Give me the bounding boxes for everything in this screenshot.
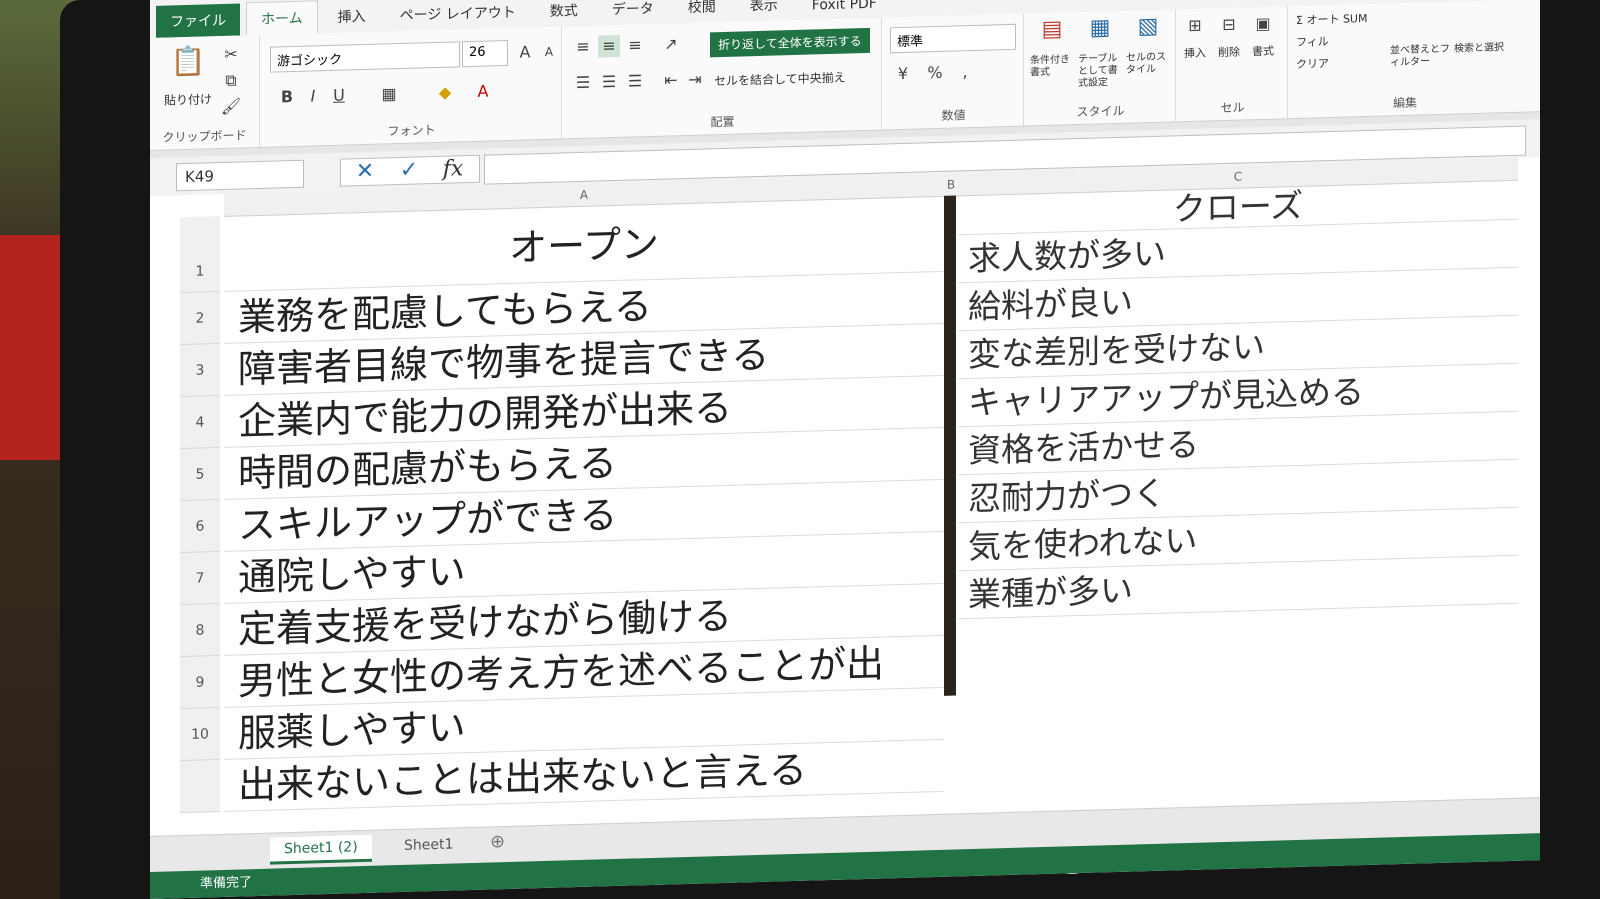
percent-button[interactable]: % — [924, 62, 946, 85]
clear-button[interactable]: クリア — [1296, 55, 1329, 72]
insert-cells-button[interactable]: 挿入 — [1184, 45, 1206, 62]
shrink-font-icon[interactable]: A — [538, 41, 560, 64]
underline-button[interactable]: U — [328, 84, 350, 107]
orientation-icon[interactable]: ↗ — [660, 33, 682, 56]
fill-color-icon[interactable]: ◆ — [434, 81, 456, 104]
add-sheet-icon[interactable]: ⊕ — [480, 831, 515, 853]
row-header[interactable]: 9 — [180, 656, 220, 710]
alignment-group-label: 配置 — [710, 114, 735, 130]
format-cells-icon[interactable]: ▣ — [1252, 13, 1274, 36]
confirm-icon[interactable]: ✓ — [389, 157, 429, 184]
sheet-tab-sheet1-2[interactable]: Sheet1 (2) — [270, 834, 372, 865]
merge-center-button[interactable]: セルを結合して中央揃え — [714, 69, 846, 90]
cancel-icon[interactable]: ✕ — [345, 158, 385, 185]
format-table-icon[interactable]: ▦ — [1080, 15, 1120, 48]
sheet-tab-sheet1[interactable]: Sheet1 — [390, 832, 467, 858]
sort-filter-button[interactable]: 並べ替えとフィルター — [1390, 44, 1450, 70]
row-header[interactable]: 6 — [180, 500, 220, 554]
font-group: 游ゴシック 26 A A B I U ▦ ◆ A フォント — [262, 26, 562, 147]
font-size-select[interactable]: 26 — [462, 40, 508, 68]
clipboard-group: 📋 貼り付け ✂ ⧉ 🖌 クリップボード — [150, 34, 260, 150]
tab-view[interactable]: 表示 — [736, 0, 792, 22]
column-header-b[interactable]: B — [944, 173, 958, 197]
insert-function-button[interactable]: fx — [433, 156, 473, 183]
alignment-group: ≡ ≡ ≡ ↗ 折り返して全体を表示する ☰ ☰ ☰ ⇤ ⇥ セルを結合して中央… — [564, 17, 882, 139]
tab-insert[interactable]: 挿入 — [324, 0, 380, 33]
font-group-label: フォント — [387, 123, 436, 139]
row-header[interactable] — [180, 760, 220, 814]
tab-data[interactable]: データ — [598, 0, 668, 25]
number-group: 標準 ¥ % , 数値 — [884, 13, 1024, 130]
row-header[interactable]: 8 — [180, 604, 220, 658]
delete-cells-icon[interactable]: ⊟ — [1218, 14, 1240, 37]
comma-icon[interactable]: , — [954, 61, 976, 84]
cells-group: ⊞ ⊟ ▣ 挿入 削除 書式 セル — [1178, 6, 1288, 122]
row-header[interactable]: 2 — [180, 292, 220, 346]
autosum-button[interactable]: Σ オート SUM — [1296, 10, 1367, 28]
tab-home[interactable]: ホーム — [246, 0, 318, 36]
tab-file[interactable]: ファイル — [156, 3, 240, 38]
align-right-icon[interactable]: ☰ — [624, 70, 646, 93]
format-cells-button[interactable]: 書式 — [1252, 43, 1274, 60]
styles-group-label: スタイル — [1076, 103, 1125, 120]
grow-font-icon[interactable]: A — [514, 41, 536, 64]
row-header[interactable]: 3 — [180, 344, 220, 398]
insert-cells-icon[interactable]: ⊞ — [1184, 15, 1206, 38]
row-header[interactable]: 4 — [180, 396, 220, 450]
paste-button[interactable]: 貼り付け — [164, 90, 212, 108]
editing-group: Σ オート SUM フィル クリア 並べ替えとフィルター 検索と選択 編集 — [1290, 0, 1520, 118]
fill-button[interactable]: フィル — [1296, 33, 1329, 50]
italic-button[interactable]: I — [302, 85, 324, 108]
cell-styles-icon[interactable]: ▧ — [1128, 14, 1168, 47]
paste-icon[interactable]: 📋 — [170, 44, 206, 87]
conditional-format-icon[interactable]: ▤ — [1032, 17, 1072, 49]
font-name-select[interactable]: 游ゴシック — [270, 41, 460, 73]
formula-buttons: ✕ ✓ fx — [340, 154, 480, 187]
bold-button[interactable]: B — [276, 86, 298, 109]
row-header[interactable]: 1 — [180, 216, 220, 294]
tab-formulas[interactable]: 数式 — [536, 0, 592, 27]
number-format-select[interactable]: 標準 — [890, 23, 1016, 54]
find-select-button[interactable]: 検索と選択 — [1454, 42, 1514, 56]
decrease-indent-icon[interactable]: ⇤ — [660, 69, 682, 92]
delete-cells-button[interactable]: 削除 — [1218, 44, 1240, 61]
align-top-icon[interactable]: ≡ — [572, 36, 594, 59]
conditional-format-button[interactable]: 条件付き書式 — [1030, 54, 1076, 79]
font-color-icon[interactable]: A — [472, 80, 494, 103]
excel-window: ファイル ホーム 挿入 ページ レイアウト 数式 データ 校閲 表示 Foxit… — [150, 0, 1540, 899]
wrap-text-button[interactable]: 折り返して全体を表示する — [710, 27, 870, 58]
currency-icon[interactable]: ¥ — [892, 63, 914, 86]
tab-page-layout[interactable]: ページ レイアウト — [386, 0, 530, 31]
cell-styles-button[interactable]: セルのスタイル — [1126, 51, 1172, 76]
tab-review[interactable]: 校閲 — [674, 0, 730, 23]
cut-icon[interactable]: ✂ — [220, 43, 242, 66]
row-header[interactable]: 5 — [180, 448, 220, 502]
row-header[interactable]: 10 — [180, 708, 220, 762]
copy-icon[interactable]: ⧉ — [220, 69, 242, 92]
name-box[interactable]: K49 — [176, 159, 304, 192]
column-b-fill — [944, 195, 956, 696]
worksheet-grid: A B C 1 オープン クローズ 2 業務を配慮してもらえる 求人数が多い 3 障害者… — [150, 157, 1540, 837]
border-icon[interactable]: ▦ — [378, 83, 400, 106]
align-left-icon[interactable]: ☰ — [572, 72, 594, 95]
format-painter-icon[interactable]: 🖌 — [220, 95, 242, 118]
format-table-button[interactable]: テーブルとして書式設定 — [1078, 53, 1124, 90]
row-header[interactable]: 7 — [180, 552, 220, 606]
styles-group: ▤ ▦ ▧ 条件付き書式 テーブルとして書式設定 セルのスタイル スタイル — [1026, 9, 1176, 126]
cells-group-label: セル — [1220, 100, 1245, 116]
clipboard-group-label: クリップボード — [162, 128, 247, 145]
align-center-icon[interactable]: ☰ — [598, 71, 620, 94]
number-group-label: 数値 — [941, 108, 966, 123]
align-middle-icon[interactable]: ≡ — [598, 34, 620, 58]
align-bottom-icon[interactable]: ≡ — [624, 34, 646, 57]
editing-group-label: 編集 — [1392, 95, 1417, 111]
increase-indent-icon[interactable]: ⇥ — [684, 68, 706, 91]
